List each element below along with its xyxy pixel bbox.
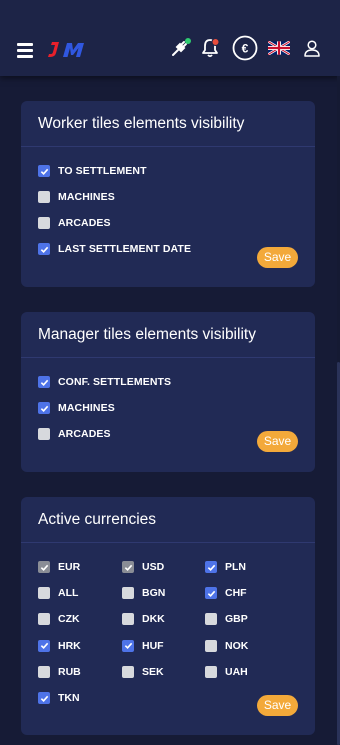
currency-option-bgn[interactable]: BGN: [122, 587, 166, 600]
currency-code: RUB: [58, 665, 81, 678]
checkbox-unchecked[interactable]: [205, 665, 217, 678]
language-button[interactable]: [265, 36, 293, 64]
top-bar: €: [0, 0, 340, 76]
currency-option-dkk[interactable]: DKK: [122, 613, 165, 626]
currency-code: PLN: [225, 561, 246, 573]
option-label: MACHINES: [58, 402, 115, 414]
card-title: Active currencies: [21, 497, 315, 543]
notifications-button[interactable]: [196, 36, 224, 64]
plug-icon: [169, 37, 191, 64]
option-label: CONF. SETTLEMENTS: [58, 376, 172, 388]
currency-code: SEK: [142, 665, 164, 678]
checkbox-unchecked[interactable]: [38, 613, 50, 626]
currency-code: ALL: [58, 587, 79, 600]
svg-text:€: €: [242, 41, 249, 55]
checkbox-checked-disabled: [122, 561, 134, 573]
active-currencies-card: Active currencies EUR USD PLN ALL BGN CHF CZK D…: [21, 497, 315, 735]
save-button[interactable]: Save: [257, 431, 298, 452]
currency-code: CHF: [225, 587, 247, 600]
bell-icon: [199, 37, 221, 64]
currency-option-usd: USD: [122, 561, 164, 573]
checkbox-unchecked[interactable]: [38, 665, 50, 678]
currency-option-pln[interactable]: PLN: [205, 561, 246, 573]
checkbox-unchecked[interactable]: [122, 613, 134, 626]
option-label: MACHINES: [58, 191, 115, 203]
user-icon: [303, 39, 321, 62]
currency-code: UAH: [225, 665, 248, 678]
checkbox-unchecked[interactable]: [38, 191, 50, 203]
option-to-settlement[interactable]: TO SETTLEMENT: [38, 165, 147, 177]
currency-code: HUF: [142, 639, 164, 652]
currency-option-uah[interactable]: UAH: [205, 665, 248, 678]
ping-status-button[interactable]: [166, 36, 194, 64]
card-title: Manager tiles elements visibility: [21, 312, 315, 358]
checkbox-checked[interactable]: [122, 639, 134, 652]
checkbox-unchecked[interactable]: [205, 639, 217, 652]
worker-tiles-card: Worker tiles elements visibility TO SETT…: [21, 101, 315, 287]
option-label: LAST SETTLEMENT DATE: [58, 243, 192, 255]
currency-code: DKK: [142, 613, 165, 626]
option-conf-settlements[interactable]: CONF. SETTLEMENTS: [38, 376, 171, 388]
currency-option-rub[interactable]: RUB: [38, 665, 81, 678]
checkbox-checked[interactable]: [38, 165, 50, 177]
checkbox-checked[interactable]: [38, 243, 50, 255]
checkbox-unchecked[interactable]: [122, 587, 134, 600]
currency-button[interactable]: €: [231, 35, 259, 66]
checkbox-checked[interactable]: [38, 692, 50, 704]
currency-code: CZK: [58, 613, 80, 626]
option-machines[interactable]: MACHINES: [38, 191, 115, 203]
currency-option-tkn[interactable]: TKN: [38, 692, 80, 704]
currency-code: USD: [142, 561, 165, 573]
option-arcades[interactable]: ARCADES: [38, 217, 111, 229]
checkbox-unchecked[interactable]: [38, 217, 50, 229]
currency-option-eur: EUR: [38, 561, 80, 573]
checkbox-unchecked[interactable]: [38, 428, 50, 440]
manager-tiles-card: Manager tiles elements visibility CONF. …: [21, 312, 315, 472]
currency-option-all[interactable]: ALL: [38, 587, 79, 600]
currency-code: BGN: [142, 587, 166, 600]
currency-option-hrk[interactable]: HRK: [38, 639, 81, 652]
option-last-settlement-date[interactable]: LAST SETTLEMENT DATE: [38, 243, 191, 255]
currency-code: NOK: [225, 639, 249, 652]
option-machines[interactable]: MACHINES: [38, 402, 115, 414]
checkbox-checked[interactable]: [38, 639, 50, 652]
user-profile-button[interactable]: [298, 36, 326, 64]
currency-code: GBP: [225, 613, 248, 626]
uk-flag-icon: [267, 39, 291, 60]
checkbox-checked[interactable]: [205, 587, 217, 600]
checkbox-unchecked[interactable]: [205, 613, 217, 626]
card-title: Worker tiles elements visibility: [21, 101, 315, 147]
option-label: TO SETTLEMENT: [58, 165, 147, 177]
currency-option-czk[interactable]: CZK: [38, 613, 80, 626]
euro-icon: €: [232, 35, 258, 66]
currency-option-gbp[interactable]: GBP: [205, 613, 248, 626]
currency-code: HRK: [58, 639, 81, 652]
logo[interactable]: [48, 42, 88, 63]
checkbox-checked[interactable]: [205, 561, 217, 573]
save-button[interactable]: Save: [257, 695, 298, 716]
checkbox-checked-disabled: [38, 561, 50, 573]
currency-option-chf[interactable]: CHF: [205, 587, 247, 600]
currency-code: EUR: [58, 561, 81, 573]
option-label: ARCADES: [58, 217, 111, 229]
checkbox-checked[interactable]: [38, 376, 50, 388]
menu-icon[interactable]: [17, 43, 33, 58]
save-button[interactable]: Save: [257, 247, 298, 268]
currency-code: TKN: [58, 692, 80, 704]
checkbox-unchecked[interactable]: [122, 665, 134, 678]
checkbox-unchecked[interactable]: [38, 587, 50, 600]
option-arcades[interactable]: ARCADES: [38, 428, 111, 440]
checkbox-checked[interactable]: [38, 402, 50, 414]
currency-option-sek[interactable]: SEK: [122, 665, 164, 678]
currency-option-huf[interactable]: HUF: [122, 639, 164, 652]
currency-option-nok[interactable]: NOK: [205, 639, 249, 652]
option-label: ARCADES: [58, 428, 111, 440]
